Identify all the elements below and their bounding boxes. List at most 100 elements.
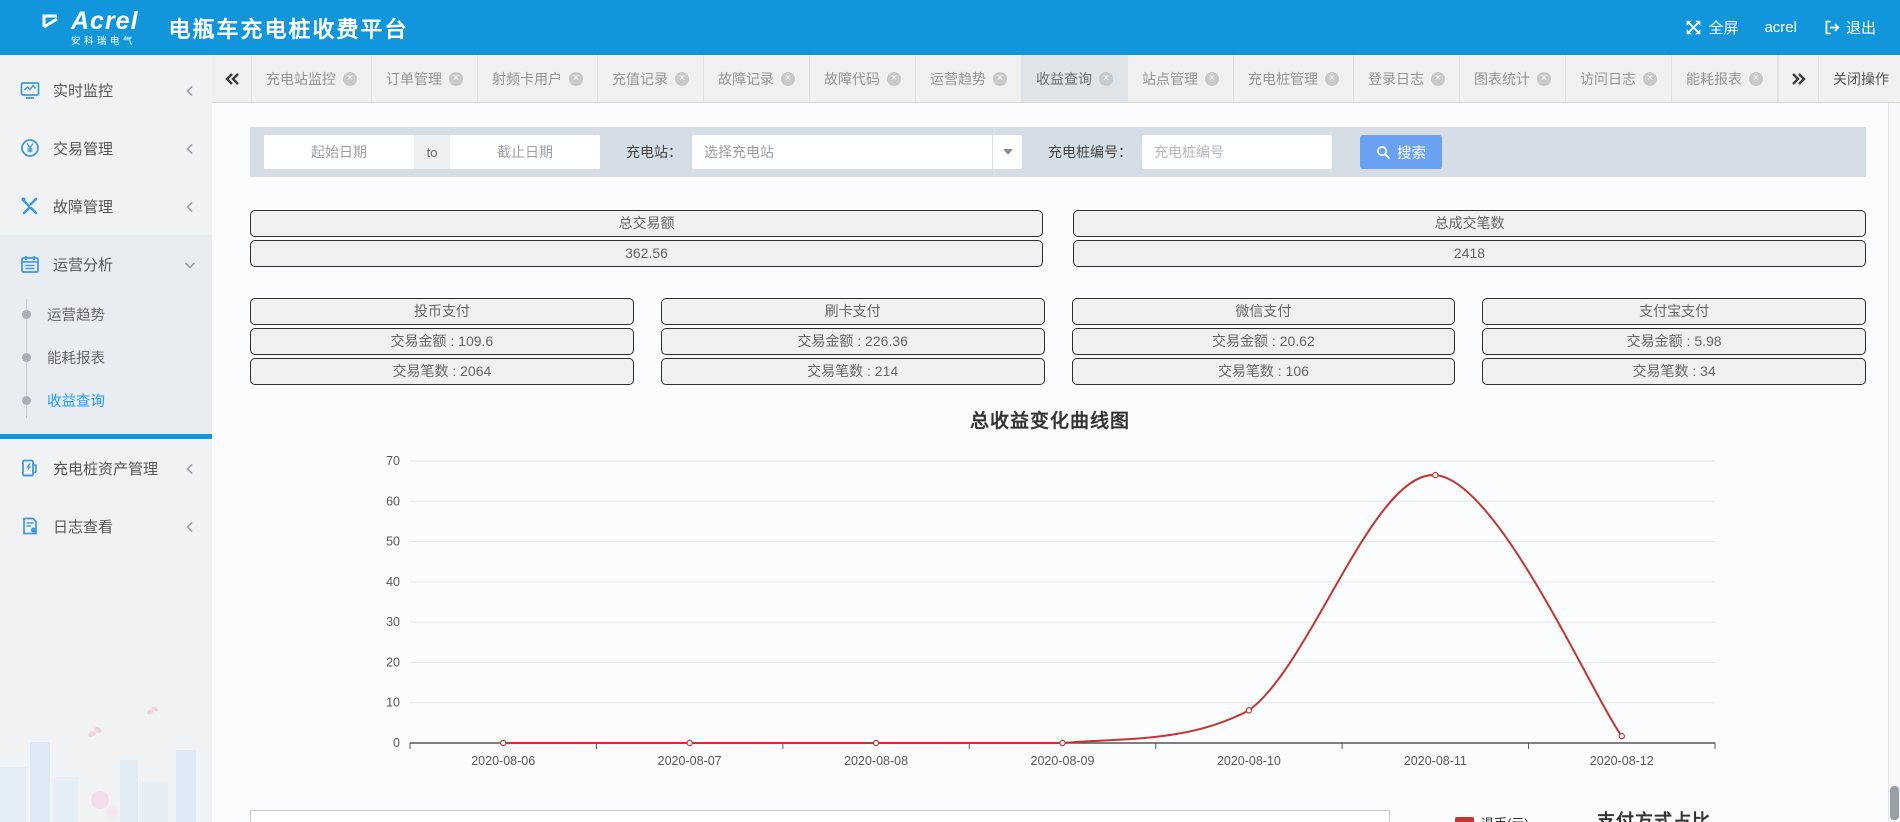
sidebar-subitem[interactable]: 收益查询 xyxy=(0,379,212,422)
decorative-skyline xyxy=(0,672,212,822)
total-amount-title: 总交易额 xyxy=(250,210,1043,237)
station-select[interactable]: 选择充电站 xyxy=(692,135,1022,169)
fault-tools-icon xyxy=(20,196,40,216)
transaction-icon xyxy=(20,138,40,158)
tab-close-icon[interactable]: × xyxy=(781,72,795,86)
tabs-scroll-right-button[interactable] xyxy=(1778,55,1818,102)
sidebar-item-label: 日志查看 xyxy=(53,516,184,537)
tab-item[interactable]: 充电站监控× xyxy=(252,55,372,102)
bullet-icon xyxy=(22,353,31,362)
sidebar-item[interactable]: 运营分析 xyxy=(0,235,212,293)
chevron-left-icon xyxy=(184,520,196,532)
tab-item[interactable]: 站点管理× xyxy=(1128,55,1234,102)
svg-text:30: 30 xyxy=(386,615,400,629)
tab-item[interactable]: 访问日志× xyxy=(1566,55,1672,102)
scrollbar-thumb[interactable] xyxy=(1890,786,1899,820)
tab-close-icon[interactable]: × xyxy=(569,72,583,86)
tab-label: 充电桩管理 xyxy=(1248,69,1318,89)
payment-amount: 交易金额 : 5.98 xyxy=(1482,328,1866,355)
tab-item[interactable]: 射频卡用户× xyxy=(478,55,598,102)
bottom-section: 退币(元) 支付方式占比 xyxy=(212,795,1888,822)
main-content: to 充电站： 选择充电站 充电桩编号： xyxy=(212,103,1900,822)
tab-item[interactable]: 故障记录× xyxy=(704,55,810,102)
tab-close-icon[interactable]: × xyxy=(1749,72,1763,86)
tab-close-icon[interactable]: × xyxy=(449,72,463,86)
tab-close-icon[interactable]: × xyxy=(1643,72,1657,86)
chevron-left-icon xyxy=(184,200,196,212)
fullscreen-button[interactable]: 全屏 xyxy=(1677,13,1746,42)
tab-close-icon[interactable]: × xyxy=(1325,72,1339,86)
tab-label: 图表统计 xyxy=(1474,69,1530,89)
tab-close-icon[interactable]: × xyxy=(675,72,689,86)
chevron-down-icon xyxy=(184,258,196,270)
select-caret-button[interactable] xyxy=(992,135,1022,169)
page-title: 电瓶车充电桩收费平台 xyxy=(169,12,409,44)
search-button[interactable]: 搜索 xyxy=(1360,135,1442,169)
svg-text:70: 70 xyxy=(386,454,400,468)
svg-text:2020-08-12: 2020-08-12 xyxy=(1590,754,1654,768)
username[interactable]: acrel xyxy=(1756,15,1805,40)
sidebar-item[interactable]: 故障管理 xyxy=(0,177,212,235)
tab-close-icon[interactable]: × xyxy=(1099,72,1113,86)
svg-text:2020-08-11: 2020-08-11 xyxy=(1404,754,1467,768)
svg-text:2020-08-09: 2020-08-09 xyxy=(1031,754,1095,768)
sidebar-subitem[interactable]: 能耗报表 xyxy=(0,336,212,379)
pie-legend-item[interactable]: 退币(元) xyxy=(1455,813,1529,822)
sidebar-item[interactable]: 日志查看 xyxy=(0,497,212,555)
chart-title: 总收益变化曲线图 xyxy=(212,406,1888,433)
sidebar-subitem-label: 能耗报表 xyxy=(47,347,105,368)
total-count-title: 总成交笔数 xyxy=(1073,210,1866,237)
bullet-icon xyxy=(22,396,31,405)
log-icon xyxy=(20,516,40,536)
pile-number-input[interactable] xyxy=(1142,135,1332,169)
sidebar-item[interactable]: 充电桩资产管理 xyxy=(0,439,212,497)
tab-item[interactable]: 收益查询× xyxy=(1022,55,1128,102)
payment-title: 投币支付 xyxy=(250,298,634,325)
total-amount-card: 总交易额 362.56 xyxy=(250,210,1043,267)
payment-amount: 交易金额 : 109.6 xyxy=(250,328,634,355)
monitor-icon xyxy=(20,80,40,100)
payment-title: 刷卡支付 xyxy=(661,298,1045,325)
close-operations-button[interactable]: 关闭操作 xyxy=(1818,55,1900,102)
tab-item[interactable]: 运营趋势 × xyxy=(916,55,1022,102)
tab-item[interactable]: 故障代码× xyxy=(810,55,916,102)
sidebar-item[interactable]: 交易管理 xyxy=(0,119,212,177)
tab-item[interactable]: 图表统计 × xyxy=(1460,55,1566,102)
svg-text:2020-08-06: 2020-08-06 xyxy=(471,754,535,768)
tab-item[interactable]: 登录日志× xyxy=(1354,55,1460,102)
vertical-scrollbar[interactable] xyxy=(1888,103,1900,822)
tabs-scroll-left-button[interactable] xyxy=(212,55,252,102)
start-date-input[interactable] xyxy=(264,135,414,169)
tab-close-icon[interactable]: × xyxy=(887,72,901,86)
tab-label: 能耗报表 xyxy=(1686,69,1742,89)
logo-subtext: 安科瑞电气 xyxy=(71,37,139,47)
tab-item[interactable]: 充电桩管理 × xyxy=(1234,55,1354,102)
station-label: 充电站： xyxy=(626,142,682,162)
end-date-input[interactable] xyxy=(450,135,600,169)
sidebar-item[interactable]: 实时监控 xyxy=(0,61,212,119)
chevron-left-icon xyxy=(184,462,196,474)
revenue-chart-area: 0102030405060702020-08-062020-08-072020-… xyxy=(212,443,1888,778)
revenue-line-chart: 0102030405060702020-08-062020-08-072020-… xyxy=(212,443,1888,778)
sidebar: 实时监控交易管理故障管理运营分析运营趋势能耗报表收益查询充电桩资产管理日志查看 xyxy=(0,55,212,822)
tab-item[interactable]: 能耗报表 × xyxy=(1672,55,1778,102)
tab-close-icon[interactable]: × xyxy=(993,72,1007,86)
acrel-logo-icon xyxy=(38,13,62,43)
sidebar-expanded-group: 运营分析运营趋势能耗报表收益查询 xyxy=(0,235,212,434)
sidebar-subitem[interactable]: 运营趋势 xyxy=(0,293,212,336)
payment-summary-card: 微信支付交易金额 : 20.62交易笔数 : 106 xyxy=(1072,298,1456,385)
sidebar-item-label: 运营分析 xyxy=(53,254,184,275)
tab-item[interactable]: 订单管理× xyxy=(372,55,478,102)
total-count-card: 总成交笔数 2418 xyxy=(1073,210,1866,267)
double-chevron-left-icon xyxy=(224,72,240,86)
tab-close-icon[interactable]: × xyxy=(343,72,357,86)
tab-close-icon[interactable]: × xyxy=(1537,72,1551,86)
tab-item[interactable]: 充值记录× xyxy=(598,55,704,102)
logout-button[interactable]: 退出 xyxy=(1815,13,1884,42)
tab-label: 运营趋势 xyxy=(930,69,986,89)
fullscreen-icon xyxy=(1685,19,1702,36)
pile-number-label: 充电桩编号： xyxy=(1048,142,1132,162)
legend-swatch xyxy=(1455,817,1474,822)
tab-close-icon[interactable]: × xyxy=(1205,72,1219,86)
tab-close-icon[interactable]: × xyxy=(1431,72,1445,86)
